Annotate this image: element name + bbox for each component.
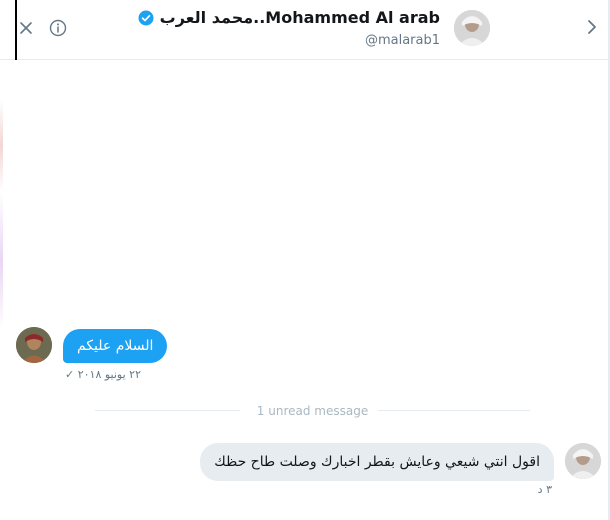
avatar[interactable] — [16, 327, 52, 363]
message-text: اقول انتي شيعي وعايش بقطر اخبارك وصلت طا… — [214, 454, 540, 470]
divider — [15, 0, 17, 60]
close-button[interactable] — [18, 20, 34, 36]
avatar-image — [565, 443, 601, 479]
chevron-right-icon — [588, 20, 596, 34]
divider-line — [378, 410, 530, 411]
unread-label: 1 unread message — [256, 404, 369, 418]
back-button[interactable] — [584, 18, 600, 36]
check-icon: ✓ — [65, 368, 75, 381]
avatar-image — [454, 10, 490, 46]
unread-divider: 1 unread message — [95, 404, 530, 418]
message-text: السلام عليكم — [77, 338, 154, 354]
avatar[interactable] — [565, 443, 601, 479]
user-handle: @malarab1 — [364, 33, 440, 48]
edge-accent — [0, 100, 3, 330]
info-button[interactable] — [49, 19, 67, 37]
display-name: محمد العرب..Mohammed Al arab — [159, 8, 440, 27]
avatar-image — [16, 327, 52, 363]
conversation-title[interactable]: محمد العرب..Mohammed Al arab — [138, 8, 440, 27]
message-bubble[interactable]: السلام عليكم — [63, 329, 168, 363]
verified-badge-icon — [138, 10, 154, 25]
message-timestamp: ٣ د — [537, 483, 552, 496]
message-bubble[interactable]: اقول انتي شيعي وعايش بقطر اخبارك وصلت طا… — [200, 443, 554, 481]
message-timestamp: ٢٢ يونيو ٢٠١٨ — [77, 368, 141, 381]
message-meta: ✓ ٢٢ يونيو ٢٠١٨ — [65, 368, 141, 381]
info-icon — [49, 19, 67, 37]
conversation-header: محمد العرب..Mohammed Al arab @malarab1 — [0, 0, 610, 60]
avatar[interactable] — [454, 10, 490, 46]
dm-conversation-panel: محمد العرب..Mohammed Al arab @malarab1 ا… — [0, 0, 610, 520]
close-icon — [20, 22, 32, 34]
